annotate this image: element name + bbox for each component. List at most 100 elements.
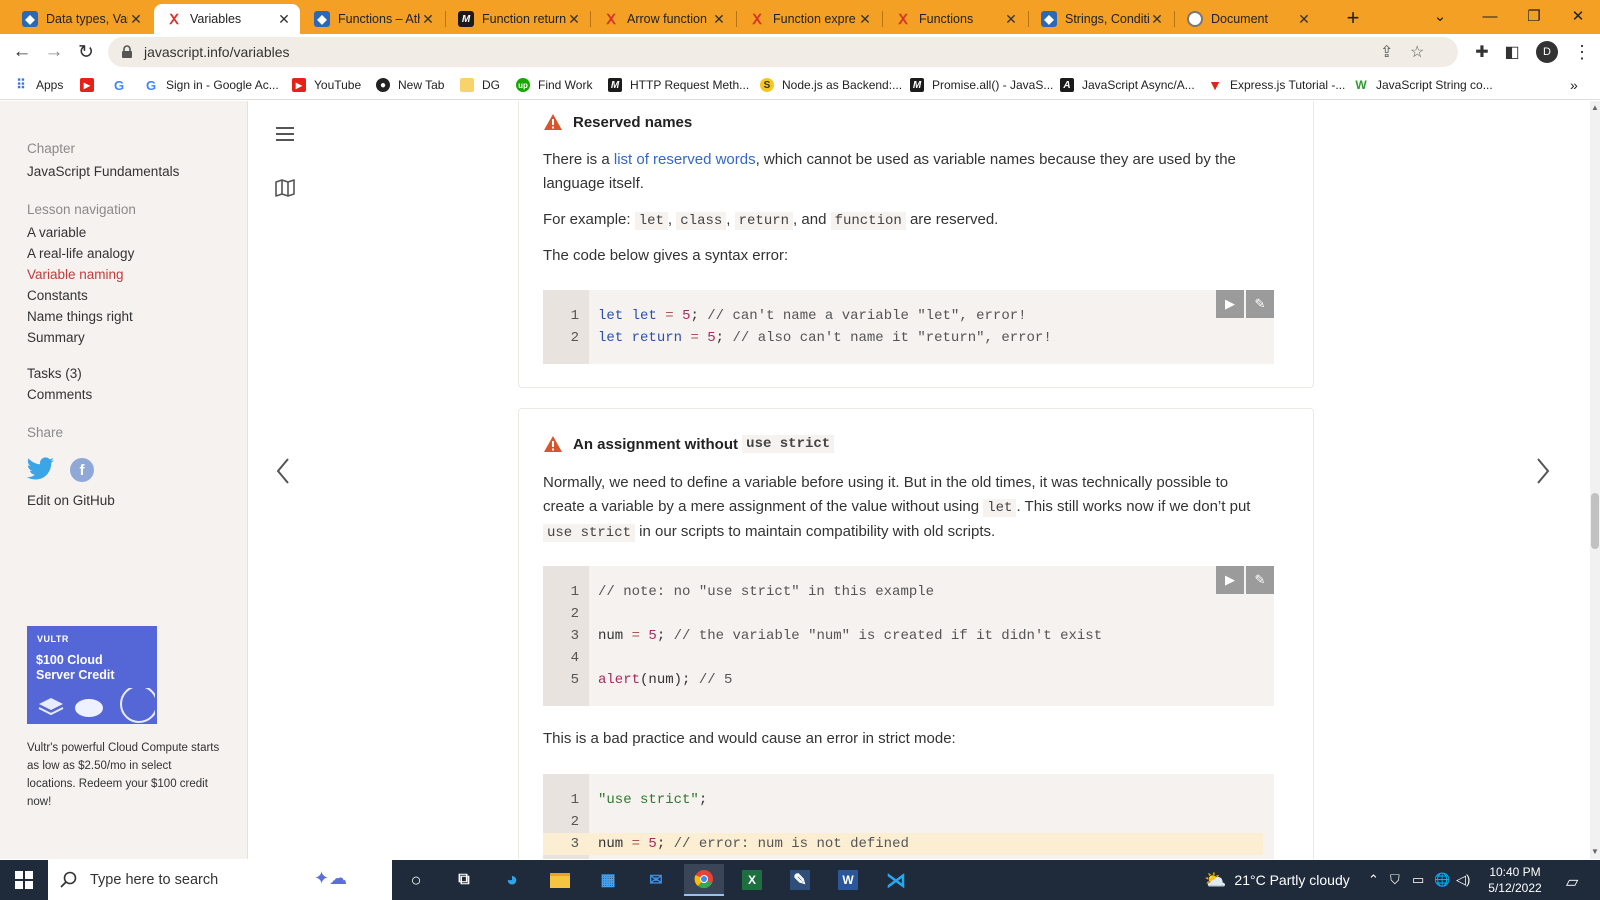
lesson-link-name-things-right[interactable]: Name things right bbox=[27, 309, 133, 324]
tab-functions[interactable]: ◆ Functions – Ath ✕ bbox=[302, 4, 444, 34]
tab-search-chevron-icon[interactable]: ⌄ bbox=[1420, 3, 1460, 29]
bookmark-js-async[interactable]: A JavaScript Async/A... bbox=[1060, 76, 1195, 94]
close-tab-icon[interactable]: ✕ bbox=[1296, 11, 1312, 28]
chrome-icon[interactable] bbox=[684, 864, 724, 896]
bookmark-promise-all[interactable]: M Promise.all() - JavaS... bbox=[910, 76, 1053, 94]
word-icon[interactable]: W bbox=[828, 864, 868, 896]
edit-code-button[interactable]: ✎ bbox=[1246, 566, 1274, 594]
close-tab-icon[interactable]: ✕ bbox=[711, 11, 727, 28]
bookmark-label: HTTP Request Meth... bbox=[630, 78, 750, 92]
bookmark-new-tab[interactable]: ● New Tab bbox=[376, 76, 444, 94]
volume-icon[interactable]: ◁) bbox=[1456, 872, 1470, 888]
run-code-button[interactable]: ▶ bbox=[1216, 290, 1244, 318]
close-tab-icon[interactable]: ✕ bbox=[566, 11, 582, 28]
hamburger-menu-icon[interactable] bbox=[276, 127, 294, 141]
lesson-link-summary[interactable]: Summary bbox=[27, 330, 85, 345]
close-tab-icon[interactable]: ✕ bbox=[1149, 11, 1165, 28]
side-panel-icon[interactable]: ◧ bbox=[1498, 38, 1526, 66]
more-menu-icon[interactable]: ⋮ bbox=[1568, 38, 1596, 66]
tray-overflow-chevron-icon[interactable]: ⌃ bbox=[1368, 872, 1379, 888]
share-icon[interactable]: ⇪ bbox=[1380, 42, 1393, 62]
next-lesson-arrow-icon[interactable] bbox=[1535, 457, 1551, 485]
scroll-up-arrow-icon[interactable]: ▲ bbox=[1591, 103, 1599, 112]
scrollbar-thumb[interactable] bbox=[1591, 493, 1599, 549]
lesson-link-variable-naming[interactable]: Variable naming bbox=[27, 267, 124, 282]
bookmarks-overflow-button[interactable]: » bbox=[1570, 76, 1578, 94]
address-bar[interactable]: javascript.info/variables ⇪ ☆ bbox=[108, 37, 1458, 67]
javascript-info-icon: ◆ bbox=[314, 11, 330, 27]
tab-function-expression[interactable]: Ⅹ Function expre ✕ bbox=[737, 4, 881, 34]
cortana-icon[interactable]: ○ bbox=[396, 864, 436, 896]
tab-variables[interactable]: Ⅹ Variables ✕ bbox=[154, 4, 300, 34]
profile-avatar[interactable]: D bbox=[1536, 41, 1558, 63]
close-tab-icon[interactable]: ✕ bbox=[857, 11, 873, 28]
bookmark-star-icon[interactable]: ☆ bbox=[1410, 42, 1424, 62]
bookmark-youtube-shortcut[interactable]: ▶ bbox=[80, 76, 102, 94]
bookmark-apps[interactable]: ⠿ Apps bbox=[14, 76, 63, 94]
close-tab-icon[interactable]: ✕ bbox=[420, 11, 436, 28]
bookmark-google-signin[interactable]: G Sign in - Google Ac... bbox=[144, 76, 279, 94]
lesson-link-constants[interactable]: Constants bbox=[27, 288, 88, 303]
minimize-button[interactable]: — bbox=[1470, 3, 1510, 29]
tab-document[interactable]: Document ✕ bbox=[1175, 4, 1320, 34]
bookmark-express[interactable]: ▼ Express.js Tutorial -... bbox=[1208, 76, 1345, 94]
start-button[interactable] bbox=[0, 860, 48, 900]
edit-code-button[interactable]: ✎ bbox=[1246, 290, 1274, 318]
vultr-ad-banner[interactable]: VULTR $100 Cloud Server Credit bbox=[27, 626, 157, 724]
weather-text: 21°C Partly cloudy bbox=[1234, 872, 1350, 888]
taskbar-search-box[interactable]: Type here to search ✦☁ bbox=[48, 860, 392, 900]
microsoft-store-icon[interactable]: ▦ bbox=[588, 864, 628, 896]
extensions-puzzle-icon[interactable]: ✚ bbox=[1468, 38, 1496, 66]
vscode-icon[interactable]: ⋊ bbox=[876, 864, 916, 896]
bookmark-nodejs[interactable]: S Node.js as Backend:... bbox=[760, 76, 902, 94]
tab-arrow-function[interactable]: Ⅹ Arrow function ✕ bbox=[591, 4, 735, 34]
forward-button[interactable]: → bbox=[40, 38, 68, 66]
close-tab-icon[interactable]: ✕ bbox=[128, 11, 144, 28]
pen-app-icon[interactable]: ✎ bbox=[780, 864, 820, 896]
run-code-button[interactable]: ▶ bbox=[1216, 566, 1244, 594]
facebook-icon[interactable]: f bbox=[70, 458, 94, 482]
new-tab-button[interactable]: + bbox=[1340, 5, 1366, 31]
tab-functions-2[interactable]: Ⅹ Functions ✕ bbox=[883, 4, 1027, 34]
notifications-icon[interactable]: ▱ bbox=[1566, 872, 1578, 892]
network-globe-icon[interactable]: 🌐 bbox=[1434, 872, 1450, 888]
tab-strings-conditions[interactable]: ◆ Strings, Conditi ✕ bbox=[1029, 4, 1173, 34]
close-tab-icon[interactable]: ✕ bbox=[1003, 11, 1019, 28]
reserved-words-link[interactable]: list of reserved words bbox=[614, 151, 756, 168]
tab-function-return[interactable]: M Function return ✕ bbox=[446, 4, 590, 34]
scroll-down-arrow-icon[interactable]: ▼ bbox=[1591, 847, 1599, 856]
map-icon[interactable] bbox=[275, 179, 295, 197]
reload-button[interactable]: ↻ bbox=[72, 38, 100, 66]
bookmark-http-request[interactable]: M HTTP Request Meth... bbox=[608, 76, 749, 94]
comments-link[interactable]: Comments bbox=[27, 387, 92, 402]
excel-icon[interactable]: X bbox=[732, 864, 772, 896]
task-view-icon[interactable]: ⧉ bbox=[444, 864, 484, 896]
bookmark-find-work[interactable]: up Find Work bbox=[516, 76, 592, 94]
triangle-logo-icon: ▼ bbox=[1208, 77, 1222, 93]
tasks-link[interactable]: Tasks (3) bbox=[27, 366, 82, 381]
edit-on-github-link[interactable]: Edit on GitHub bbox=[27, 493, 115, 508]
lesson-link-a-variable[interactable]: A variable bbox=[27, 225, 86, 240]
back-button[interactable]: ← bbox=[8, 38, 36, 66]
bookmark-google-shortcut[interactable]: G bbox=[112, 76, 134, 94]
bookmark-dg[interactable]: DG bbox=[460, 76, 500, 94]
previous-lesson-arrow-icon[interactable] bbox=[275, 457, 291, 485]
system-clock[interactable]: 10:40 PM 5/12/2022 bbox=[1480, 864, 1550, 896]
weather-widget[interactable]: ⛅ 21°C Partly cloudy bbox=[1204, 860, 1350, 900]
security-icon[interactable]: ⛉ bbox=[1390, 872, 1400, 888]
battery-icon[interactable]: ▭ bbox=[1412, 872, 1424, 888]
lesson-link-real-life-analogy[interactable]: A real-life analogy bbox=[27, 246, 134, 261]
bookmark-youtube[interactable]: ▶ YouTube bbox=[292, 76, 361, 94]
twitter-icon[interactable] bbox=[27, 457, 55, 481]
page-scrollbar[interactable]: ▲ ▼ bbox=[1590, 101, 1600, 859]
chapter-link[interactable]: JavaScript Fundamentals bbox=[27, 164, 179, 179]
search-placeholder: Type here to search bbox=[90, 872, 219, 888]
file-explorer-icon[interactable] bbox=[540, 864, 580, 896]
restore-button[interactable]: ❐ bbox=[1514, 3, 1554, 29]
tab-data-types[interactable]: ◆ Data types, Var ✕ bbox=[10, 4, 152, 34]
edge-browser-icon[interactable]: ◕ bbox=[492, 864, 532, 896]
bookmark-js-string[interactable]: W JavaScript String co... bbox=[1354, 76, 1492, 94]
mail-icon[interactable]: ✉ bbox=[636, 864, 676, 896]
close-tab-icon[interactable]: ✕ bbox=[276, 11, 292, 28]
close-window-button[interactable]: ✕ bbox=[1558, 3, 1598, 29]
